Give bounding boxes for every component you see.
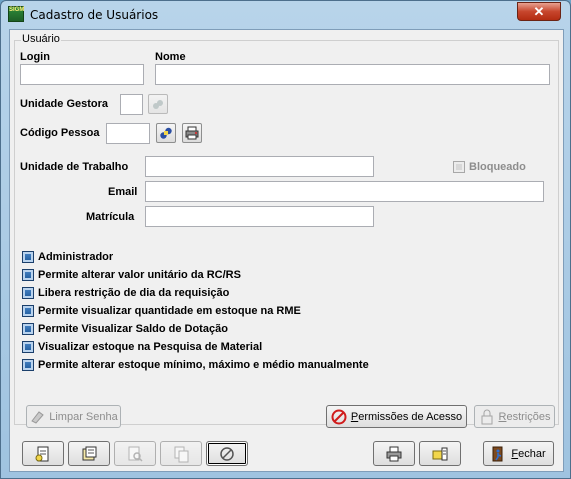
limpar-senha-label: Limpar Senha — [49, 410, 118, 423]
fechar-label: Fechar — [511, 447, 546, 460]
checkbox-box — [22, 341, 34, 353]
permission-checkbox-administrador[interactable]: Administrador — [22, 251, 113, 263]
binoculars-icon — [160, 127, 172, 139]
title-bar[interactable]: SIGM Cadastro de Usuários ✕ — [1, 1, 570, 29]
form-client-area: Usuário Login Nome Unidade Gestora Códig… — [9, 29, 564, 472]
main-window: SIGM Cadastro de Usuários ✕ Usuário Logi… — [0, 0, 571, 479]
email-input[interactable] — [145, 181, 544, 202]
permissoes-acesso-label: Permissões de Acesso — [350, 410, 463, 423]
search-doc-icon — [128, 446, 143, 462]
filter-hand-icon — [432, 447, 448, 460]
permission-label: Visualizar estoque na Pesquisa de Materi… — [38, 341, 263, 353]
permission-checkbox-libera-restricao[interactable]: Libera restrição de dia da requisição — [22, 287, 229, 299]
exit-door-icon — [492, 446, 503, 461]
checkbox-box — [22, 287, 34, 299]
bloqueado-label: Bloqueado — [469, 161, 526, 173]
copy-doc-icon — [174, 446, 189, 462]
restricoes-button[interactable]: Restrições — [474, 405, 555, 428]
codigo-pessoa-search-button[interactable] — [156, 123, 176, 143]
new-doc-icon — [35, 446, 49, 461]
permission-label: Administrador — [38, 251, 114, 263]
cancel-icon — [220, 446, 234, 461]
edit-record-button[interactable] — [68, 441, 110, 466]
lock-icon — [481, 409, 492, 424]
codigo-pessoa-print-button[interactable] — [182, 123, 202, 143]
codigo-pessoa-label: Código Pessoa — [20, 127, 100, 139]
matricula-input[interactable] — [145, 206, 374, 227]
unidade-gestora-search-button[interactable] — [148, 94, 168, 114]
print-button[interactable] — [373, 441, 415, 466]
search-record-button[interactable] — [114, 441, 156, 466]
checkbox-box — [22, 323, 34, 335]
checkbox-box — [22, 251, 34, 263]
permission-checkbox-alterar-valor-unitario[interactable]: Permite alterar valor unitário da RC/RS — [22, 269, 241, 281]
permission-label: Permite visualizar quantidade em estoque… — [38, 305, 301, 317]
nome-input[interactable] — [155, 64, 550, 85]
unidade-gestora-label: Unidade Gestora — [20, 98, 109, 110]
matricula-label: Matrícula — [86, 211, 135, 223]
no-entry-icon — [331, 409, 347, 424]
permission-label: Permite alterar estoque mínimo, máximo e… — [38, 359, 369, 371]
close-window-button[interactable]: ✕ — [517, 2, 561, 21]
checkbox-box — [453, 161, 465, 173]
unidade-trabalho-input[interactable] — [145, 156, 374, 177]
unidade-gestora-input[interactable] — [120, 94, 143, 115]
edit-doc-icon — [82, 446, 97, 460]
window-title: Cadastro de Usuários — [30, 8, 159, 22]
bloqueado-checkbox[interactable]: Bloqueado — [453, 161, 526, 173]
groupbox-legend: Usuário — [21, 33, 61, 45]
binoculars-icon — [153, 100, 163, 109]
permission-checkbox-estoque-pesquisa[interactable]: Visualizar estoque na Pesquisa de Materi… — [22, 341, 262, 353]
permission-label: Permite Visualizar Saldo de Dotação — [38, 323, 228, 335]
app-icon: SIGM — [8, 6, 24, 22]
unidade-trabalho-label: Unidade de Trabalho — [20, 161, 129, 173]
permission-checkbox-saldo-dotacao[interactable]: Permite Visualizar Saldo de Dotação — [22, 323, 228, 335]
permission-label: Libera restrição de dia da requisição — [38, 287, 230, 299]
permission-label: Permite alterar valor unitário da RC/RS — [38, 269, 241, 281]
limpar-senha-button[interactable]: Limpar Senha — [26, 405, 121, 428]
login-label: Login — [20, 51, 50, 63]
checkbox-box — [22, 359, 34, 371]
nome-label: Nome — [155, 51, 186, 63]
new-record-button[interactable] — [22, 441, 64, 466]
printer-icon — [185, 126, 199, 140]
checkbox-box — [22, 305, 34, 317]
copy-record-button[interactable] — [160, 441, 202, 466]
restricoes-label: Restrições — [498, 410, 551, 423]
permission-checkbox-estoque-min-max[interactable]: Permite alterar estoque mínimo, máximo e… — [22, 359, 369, 371]
permission-checkbox-visualizar-quantidade[interactable]: Permite visualizar quantidade em estoque… — [22, 305, 301, 317]
cancel-button[interactable] — [206, 441, 248, 466]
fechar-button[interactable]: Fechar — [483, 441, 554, 466]
codigo-pessoa-input[interactable] — [106, 123, 150, 144]
filter-button[interactable] — [419, 441, 461, 466]
login-input[interactable] — [20, 64, 144, 85]
eraser-icon — [31, 410, 44, 424]
checkbox-box — [22, 269, 34, 281]
permissoes-acesso-button[interactable]: Permissões de Acesso — [326, 405, 467, 428]
printer-icon — [386, 446, 402, 461]
email-label: Email — [108, 186, 138, 198]
